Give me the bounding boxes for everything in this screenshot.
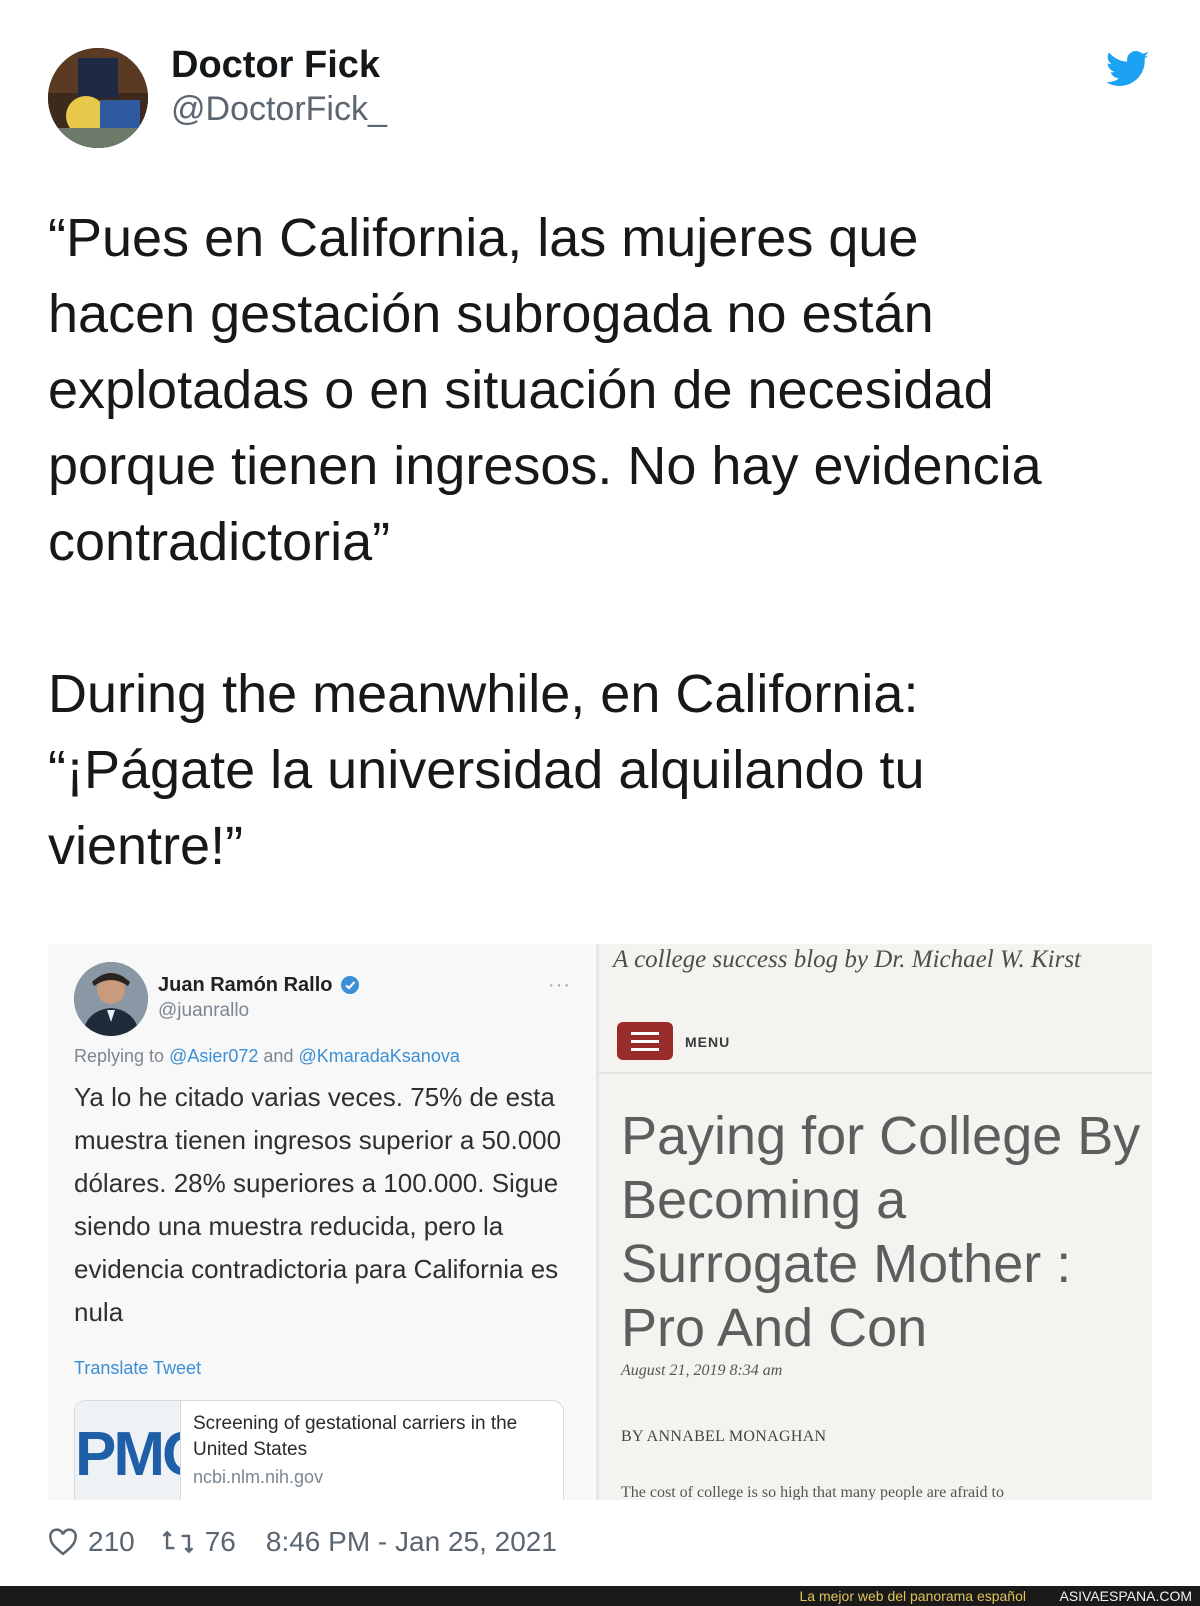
replying-to: Replying to @Asier072 and @KmaradaKsanov… [74, 1046, 460, 1067]
twitter-bird-icon[interactable] [1106, 50, 1150, 88]
hamburger-menu-icon [617, 1022, 673, 1060]
blog-tagline: A college success blog by Dr. Michael W.… [613, 946, 1081, 973]
blog-post-byline: BY ANNABEL MONAGHAN [621, 1428, 827, 1445]
like-button[interactable]: 210 [48, 1526, 161, 1558]
display-name[interactable]: Doctor Fick [171, 44, 380, 87]
translate-tweet-link: Translate Tweet [74, 1358, 202, 1378]
reply-mention-1: @Asier072 [169, 1046, 259, 1066]
embedded-avatar [74, 962, 148, 1036]
tweet-media[interactable]: Juan Ramón Rallo @juanrallo ··· Replying… [48, 944, 1152, 1500]
tweet-meta: 210 76 8:46 PM - Jan 25, 2021 [48, 1520, 557, 1564]
user-handle[interactable]: @DoctorFick_ [171, 90, 387, 129]
pmc-logo: PMC [75, 1401, 181, 1500]
banner-tagline: La mejor web del panorama español [799, 1588, 1026, 1604]
blog-post-date: August 21, 2019 8:34 am [621, 1362, 783, 1379]
banner-site-name[interactable]: ASIVAESPANA.COM [1059, 1588, 1192, 1604]
replying-to-and: and [263, 1046, 294, 1066]
blog-menu-label: MENU [685, 1034, 731, 1050]
blog-divider [599, 1072, 1152, 1074]
blog-post-excerpt: The cost of college is so high that many… [621, 1484, 1004, 1500]
more-options-icon: ··· [548, 974, 571, 996]
retweets-count: 76 [204, 1526, 236, 1557]
likes-count: 210 [88, 1526, 135, 1557]
verified-badge-icon [341, 976, 359, 994]
reply-mention-2: @KmaradaKsanova [298, 1046, 460, 1066]
embedded-avatar-image [74, 962, 148, 1036]
avatar-image [48, 48, 148, 148]
tweet-text: “Pues en California, las mujeres que hac… [48, 208, 1042, 876]
pmc-logo-text: PMC [75, 1420, 180, 1489]
heart-icon [49, 1528, 77, 1556]
retweet-button[interactable]: 76 [161, 1526, 266, 1558]
link-preview-domain: ncbi.nlm.nih.gov [193, 1467, 324, 1487]
retweet-icon [162, 1530, 194, 1554]
tweet-card: Doctor Fick @DoctorFick_ “Pues en Califo… [0, 0, 1200, 1586]
embedded-display-name: Juan Ramón Rallo [158, 974, 333, 996]
embedded-tweet-screenshot: Juan Ramón Rallo @juanrallo ··· Replying… [48, 944, 596, 1500]
link-preview-title: Screening of gestational carriers in the… [193, 1413, 518, 1460]
blog-post-title: Paying for College By Becoming a Surroga… [621, 1106, 1141, 1358]
replying-to-prefix: Replying to [74, 1046, 165, 1066]
embedded-tweet-text: Ya lo he citado varias veces. 75% de est… [74, 1082, 562, 1327]
blog-screenshot: A college success blog by Dr. Michael W.… [599, 944, 1152, 1500]
site-banner: La mejor web del panorama español ASIVAE… [0, 1586, 1200, 1606]
tweet-timestamp[interactable]: 8:46 PM - Jan 25, 2021 [266, 1526, 557, 1558]
avatar[interactable] [48, 48, 148, 148]
embedded-handle: @juanrallo [158, 1000, 250, 1021]
link-preview-card: PMC Screening of gestational carriers in… [74, 1400, 564, 1500]
